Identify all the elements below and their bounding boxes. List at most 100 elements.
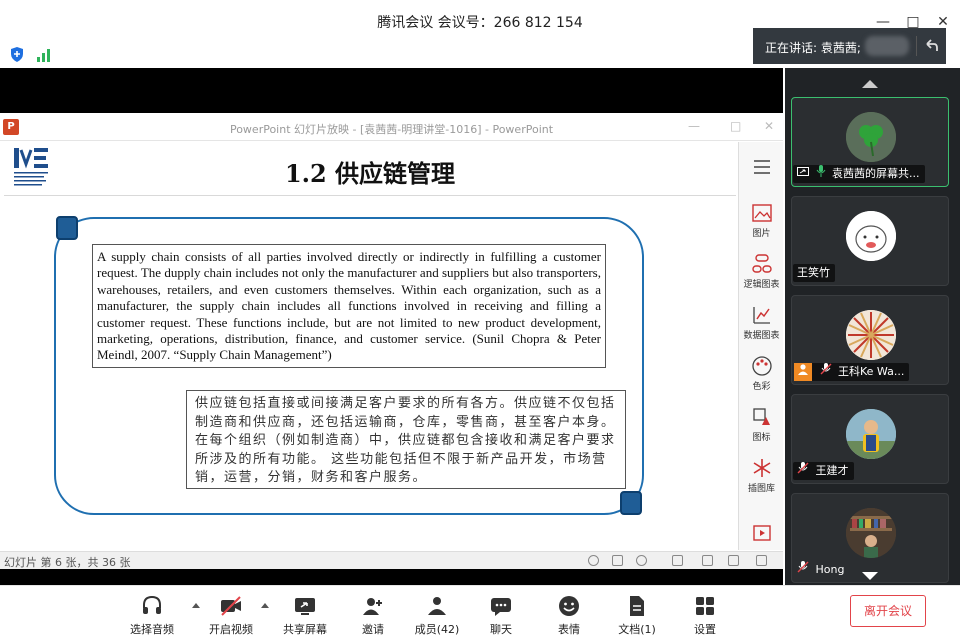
participant-name-text: 王建才 [815, 464, 849, 477]
video-button[interactable]: 开启视频 [201, 594, 261, 637]
participant-tile[interactable]: 袁茜茜的屏幕共... [791, 97, 949, 187]
document-icon [630, 596, 644, 616]
ppt-close-icon[interactable]: ✕ [764, 119, 774, 133]
side-tool-palette[interactable]: 色彩 [739, 355, 784, 392]
side-tool-shapes[interactable]: 图标 [739, 406, 784, 443]
settings-label: 设置 [694, 623, 716, 636]
settings-grid-icon [696, 597, 714, 615]
participant-name: 王笑竹 [793, 264, 835, 282]
user-profile-icon [794, 363, 812, 381]
video-options-caret-icon[interactable] [261, 603, 269, 608]
members-label: 成员(42) [414, 623, 460, 636]
slide-title: 1.2 供应链管理 [284, 159, 456, 188]
side-tool-label: 图片 [752, 229, 771, 239]
reading-view-icon[interactable] [728, 555, 739, 566]
documents-button[interactable]: 文档(1) [607, 594, 667, 637]
documents-label: 文档(1) [618, 623, 656, 636]
ppt-maximize-icon[interactable]: □ [730, 119, 741, 133]
scroll-up-icon[interactable] [862, 80, 878, 88]
menu-icon[interactable] [739, 156, 784, 180]
side-tool-data-chart[interactable]: 数据图表 [739, 304, 784, 341]
ppt-status-bar: 幻灯片 第 6 张，共 36 张 [0, 551, 783, 569]
participant-name-text: 王笑竹 [797, 266, 830, 279]
share-screen-icon [295, 598, 315, 615]
participant-name: 王科Ke Wa... [794, 363, 910, 381]
chinese-quote-box: 供应链包括直接或间接满足客户要求的所有各方。供应链不仅包括制造商和供应商，还包括… [186, 390, 626, 489]
side-tool-label: 插图库 [747, 484, 775, 494]
english-quote-box: A supply chain consists of all parties i… [92, 244, 606, 368]
side-tool-label: 逻辑图表 [743, 280, 780, 290]
side-tool-label: 色彩 [752, 382, 771, 392]
chat-icon [491, 598, 511, 616]
slideshow-view-icon[interactable] [756, 555, 767, 566]
avatar [846, 508, 896, 558]
participant-name: 王建才 [793, 462, 854, 480]
avatar [846, 112, 896, 162]
side-tool-logic-chart[interactable]: 逻辑图表 [739, 253, 784, 290]
emoji-icon [559, 596, 579, 616]
participant-name: Hong [793, 561, 849, 579]
return-icon[interactable] [921, 36, 941, 56]
avatar [846, 211, 896, 261]
mic-muted-icon [797, 561, 809, 579]
invite-button[interactable]: 邀请 [343, 594, 403, 637]
participant-name-text: 袁茜茜的屏幕共... [832, 167, 920, 180]
participant-name-text: Hong [815, 563, 845, 576]
members-button[interactable]: 成员(42) [407, 594, 467, 637]
invite-label: 邀请 [362, 623, 384, 636]
members-icon [428, 597, 446, 615]
slideshow-icon[interactable] [739, 522, 784, 546]
side-tool-illustration[interactable]: 插图库 [739, 457, 784, 494]
participant-tile[interactable]: 王笑竹 [791, 196, 949, 286]
prev-slide-icon[interactable] [588, 555, 599, 566]
speaking-text: 正在讲话: 袁茜茜; [765, 41, 861, 55]
settings-button[interactable]: 设置 [675, 594, 735, 637]
ppt-window-title: PowerPoint 幻灯片放映 - [袁茜茜-明理讲堂-1016] - Pow… [229, 123, 554, 136]
participant-tile[interactable]: 王科Ke Wa... [791, 295, 949, 385]
participant-name: 袁茜茜的屏幕共... [793, 165, 925, 183]
audio-button[interactable]: 选择音频 [122, 594, 182, 637]
divider [916, 36, 917, 56]
powerpoint-window: P PowerPoint 幻灯片放映 - [袁茜茜-明理讲堂-1016] - P… [0, 113, 783, 569]
security-shield-icon[interactable] [9, 46, 25, 63]
ppt-side-toolbar: 图片 逻辑图表 数据图表 色彩 图标 插图库 [738, 142, 783, 550]
side-tool-label: 数据图表 [743, 331, 780, 341]
emoji-button[interactable]: 表情 [539, 594, 599, 637]
network-signal-icon[interactable] [37, 48, 53, 62]
palette-icon [751, 356, 772, 376]
participant-tile[interactable]: 王建才 [791, 394, 949, 484]
mic-on-icon [816, 165, 826, 183]
audio-options-caret-icon[interactable] [192, 603, 200, 608]
participant-name-text: 王科Ke Wa... [838, 365, 905, 378]
leave-meeting-button[interactable]: 离开会议 [850, 595, 926, 627]
headset-icon [143, 595, 161, 614]
speaker-avatars [865, 36, 909, 56]
tencent-meeting-window: 腾讯会议 会议号：266 812 154 — □ ✕ 正在讲话: 袁茜茜; P … [0, 0, 960, 640]
share-screen-button[interactable]: 共享屏幕 [275, 594, 335, 637]
shapes-icon [752, 408, 770, 425]
notes-icon[interactable] [612, 555, 623, 566]
frame-corner-top-left [56, 216, 78, 240]
scroll-down-icon[interactable] [862, 572, 878, 580]
chat-button[interactable]: 聊天 [471, 594, 531, 637]
normal-view-icon[interactable] [672, 555, 683, 566]
participant-tile[interactable]: Hong [791, 493, 949, 583]
frame-corner-bottom-right [620, 491, 642, 515]
side-tool-picture[interactable]: 图片 [739, 202, 784, 239]
picture-icon [751, 204, 772, 222]
invite-icon [363, 598, 382, 615]
next-slide-icon[interactable] [636, 555, 647, 566]
avatar [846, 310, 896, 360]
chat-label: 聊天 [490, 623, 512, 636]
audio-label: 选择音频 [130, 623, 174, 636]
video-off-icon [221, 596, 241, 616]
sorter-view-icon[interactable] [702, 555, 713, 566]
side-tool-label: 图标 [752, 433, 771, 443]
avatar [846, 409, 896, 459]
mic-muted-icon [820, 363, 832, 381]
ppt-minimize-icon[interactable]: — [688, 119, 700, 133]
speaking-indicator: 正在讲话: 袁茜茜; [753, 28, 946, 64]
illustration-icon [753, 459, 770, 477]
slide-header: 1.2 供应链管理 [4, 142, 736, 196]
slide-counter: 幻灯片 第 6 张，共 36 张 [4, 556, 131, 569]
